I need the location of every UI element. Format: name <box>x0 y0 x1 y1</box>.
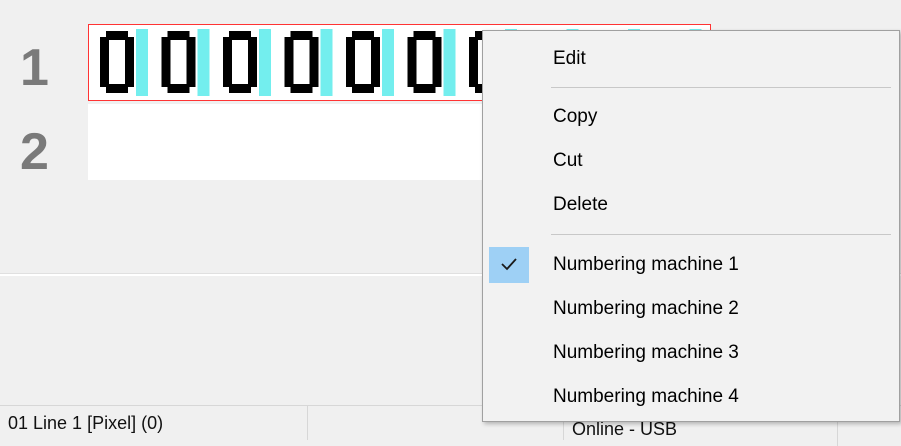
menu-item-edit[interactable]: Edit <box>485 37 897 81</box>
digit-glyph <box>223 31 257 93</box>
menu-item-copy[interactable]: Copy <box>485 95 897 139</box>
menu-item-label: Numbering machine 2 <box>553 298 739 319</box>
menu-item-numbering-machine-4[interactable]: Numbering machine 4 <box>485 375 897 419</box>
checkmark-icon <box>501 258 517 271</box>
line-number-2: 2 <box>20 123 49 181</box>
menu-item-label: Numbering machine 3 <box>553 342 739 363</box>
digit-glyph <box>161 31 196 93</box>
status-line-info: 01 Line 1 [Pixel] (0) <box>0 406 308 440</box>
menu-separator <box>551 87 891 88</box>
menu-item-numbering-machine-3[interactable]: Numbering machine 3 <box>485 331 897 375</box>
menu-separator <box>551 234 891 235</box>
digit-glyph <box>100 31 134 93</box>
digit-glyph <box>346 31 380 93</box>
digit-glyph <box>284 31 319 93</box>
line-number-1: 1 <box>20 39 49 97</box>
context-menu[interactable]: Edit Copy Cut Delete Numbering machine 1… <box>482 30 900 422</box>
menu-item-numbering-machine-1[interactable]: Numbering machine 1 <box>485 243 897 287</box>
menu-item-cut[interactable]: Cut <box>485 139 897 183</box>
menu-item-numbering-machine-2[interactable]: Numbering machine 2 <box>485 287 897 331</box>
menu-item-label: Numbering machine 1 <box>553 254 739 275</box>
menu-item-label: Cut <box>553 150 583 171</box>
digit-glyph <box>407 31 442 93</box>
check-highlight <box>489 247 529 283</box>
menu-item-label: Delete <box>553 194 608 215</box>
menu-item-label: Numbering machine 4 <box>553 386 739 407</box>
menu-item-label: Edit <box>553 48 586 69</box>
menu-item-label: Copy <box>553 106 598 127</box>
menu-item-delete[interactable]: Delete <box>485 183 897 227</box>
